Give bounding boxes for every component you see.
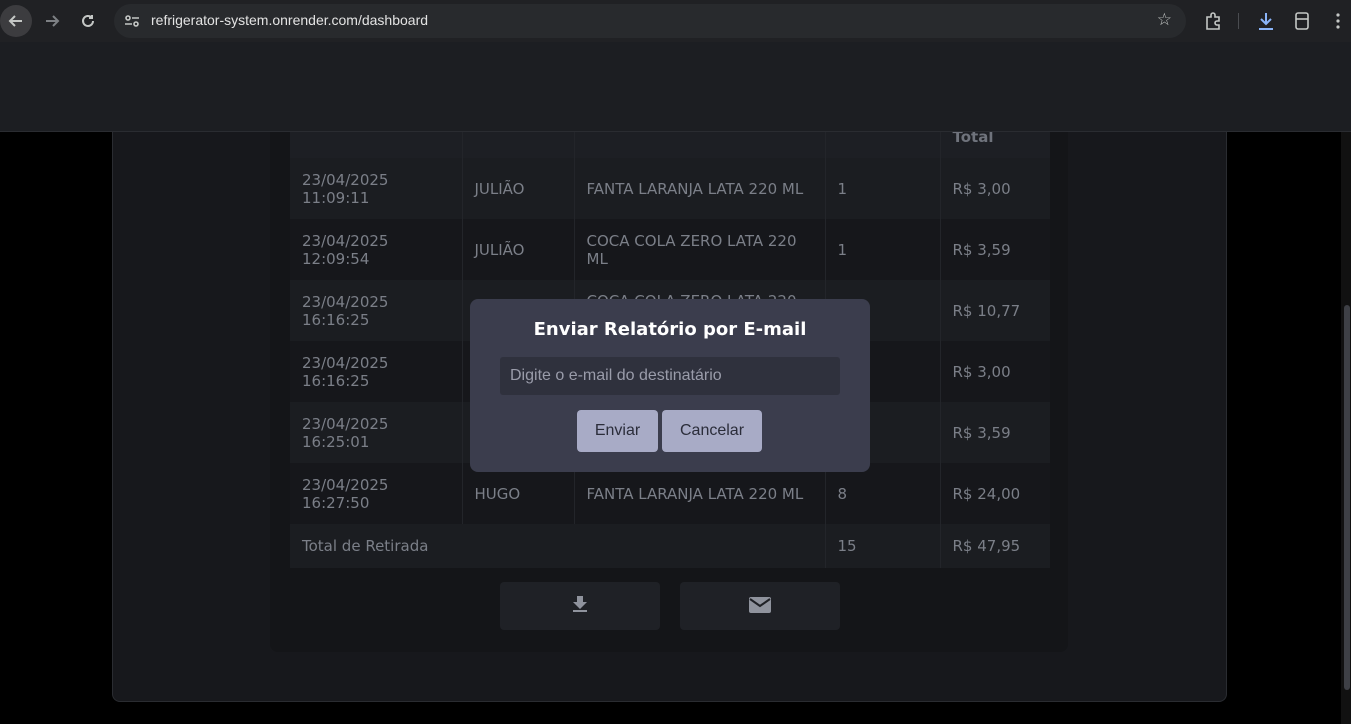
table-row: 23/04/2025 16:27:50 HUGO FANTA LARANJA LA…	[290, 463, 1050, 524]
date-cell: 23/04/2025 11:09:11	[290, 158, 463, 219]
email-button[interactable]	[680, 582, 840, 630]
user-icon	[934, 78, 956, 101]
table-footer-row: Total de Retirada 15 R$ 47,95	[290, 524, 1050, 568]
product-cell: FANTA LARANJA LATA 220 ML	[574, 158, 826, 219]
download-button[interactable]	[500, 582, 660, 630]
nav-label: Pessoas	[456, 79, 516, 97]
extensions-icon[interactable]	[1198, 6, 1228, 36]
brand-title[interactable]: Refrigerator System	[64, 60, 224, 116]
download-icon[interactable]	[1251, 6, 1281, 36]
site-settings-icon[interactable]	[122, 11, 142, 31]
email-report-modal: Enviar Relatório por E-mail Enviar Cance…	[470, 299, 870, 472]
cancel-button[interactable]: Cancelar	[662, 410, 762, 452]
people-icon	[426, 78, 450, 98]
browser-toolbar: refrigerator-system.onrender.com/dashboa…	[0, 0, 1351, 42]
person-cell: JULIÃO	[462, 158, 575, 219]
brand-line-2: System	[64, 90, 152, 114]
nav-item-pessoas[interactable]: Pessoas	[426, 78, 516, 98]
table-row: 23/04/2025 12:09:54 JULIÃO COCA COLA ZERO…	[290, 219, 1050, 280]
reload-icon[interactable]	[72, 5, 104, 37]
nav-item-log[interactable]: Log	[835, 78, 892, 101]
nav-item-relatorio[interactable]: Relatório	[697, 78, 794, 99]
back-arrow-icon[interactable]	[0, 5, 32, 37]
nav-item-integracao[interactable]: Integração	[280, 77, 391, 101]
total-cell: R$ 3,00	[952, 179, 1011, 198]
download-icon	[572, 594, 588, 618]
nav-label: Sair	[1098, 80, 1128, 99]
total-cell: R$ 3,59	[952, 240, 1011, 259]
total-cell: R$ 24,00	[952, 484, 1021, 503]
nav-label: Usuários	[964, 80, 1029, 99]
url-text[interactable]: refrigerator-system.onrender.com/dashboa…	[151, 12, 428, 28]
time-text: 11:09:11	[302, 188, 370, 207]
log-icon	[835, 78, 857, 101]
forward-arrow-icon[interactable]	[36, 5, 68, 37]
footer-qty: 15	[825, 524, 941, 568]
send-button[interactable]: Enviar	[577, 410, 658, 452]
nav-label: Log	[865, 80, 892, 99]
table-header-cell: Total	[940, 100, 1050, 158]
person-cell: JULIÃO	[462, 219, 575, 280]
footer-total: R$ 47,95	[952, 537, 1021, 555]
time-text: 16:16:25	[302, 371, 370, 390]
user-email-badge[interactable]: systemrefrigerator@gmail.com	[1136, 74, 1326, 102]
qty-cell: 1	[825, 158, 941, 219]
refrigerator-icon	[22, 72, 46, 104]
table-header-cell	[462, 100, 575, 158]
product-cell: FANTA LARANJA LATA 220 ML	[574, 463, 826, 524]
date-text: 23/04/2025	[302, 414, 389, 433]
address-bar[interactable]: refrigerator-system.onrender.com/dashboa…	[114, 4, 1186, 38]
date-cell: 23/04/2025 16:25:01	[290, 402, 463, 463]
time-text: 16:16:25	[302, 310, 370, 329]
date-cell: 23/04/2025 16:16:25	[290, 341, 463, 402]
menu-kebab-icon[interactable]	[1323, 6, 1351, 36]
bookmark-star-icon[interactable]: ☆	[1157, 10, 1172, 30]
date-text: 23/04/2025	[302, 475, 389, 494]
total-cell: R$ 3,00	[952, 362, 1011, 381]
date-cell: 23/04/2025 16:27:50	[290, 463, 463, 524]
table-row: 23/04/2025 11:09:11 JULIÃO FANTA LARANJA …	[290, 158, 1050, 219]
qty-cell: 8	[825, 463, 941, 524]
product-cell: COCA COLA ZERO LATA 220 ML	[574, 219, 826, 280]
date-text: 23/04/2025	[302, 170, 389, 189]
table-header-cell	[825, 100, 941, 158]
date-cell: 23/04/2025 16:16:25	[290, 280, 463, 341]
date-text: 23/04/2025	[302, 292, 389, 311]
total-cell: R$ 10,77	[952, 301, 1021, 320]
date-text: 23/04/2025	[302, 231, 389, 250]
date-text: 23/04/2025	[302, 353, 389, 372]
modal-title: Enviar Relatório por E-mail	[533, 319, 807, 340]
total-cell: R$ 3,59	[952, 423, 1011, 442]
toolbar-divider	[1238, 13, 1239, 29]
nav-label: Relatório	[727, 79, 794, 98]
logout-icon	[1068, 78, 1090, 101]
sidebar-icon[interactable]	[1287, 6, 1317, 36]
date-cell: 23/04/2025 12:09:54	[290, 219, 463, 280]
table-header-row: Total	[290, 100, 1050, 158]
nav-item-sair[interactable]: Sair	[1068, 78, 1127, 101]
bar-chart-icon	[697, 78, 719, 99]
time-text: 16:27:50	[302, 493, 370, 512]
nav-label: Integração	[310, 80, 391, 99]
nav-label: Produtos	[587, 81, 653, 100]
integration-icon	[280, 77, 302, 101]
person-cell: HUGO	[462, 463, 575, 524]
table-header-cell	[290, 100, 463, 158]
scrollbar-thumb[interactable]	[1344, 305, 1350, 690]
qty-cell: 1	[825, 219, 941, 280]
recipient-email-input[interactable]	[500, 357, 840, 395]
time-text: 16:25:01	[302, 432, 370, 451]
table-header-cell	[574, 100, 826, 158]
footer-label: Total de Retirada	[290, 524, 826, 568]
mail-icon	[749, 594, 771, 618]
nav-item-usuarios[interactable]: Usuários	[934, 78, 1029, 101]
time-text: 12:09:54	[302, 249, 370, 268]
brand-line-1: Refrigerator	[64, 62, 210, 86]
